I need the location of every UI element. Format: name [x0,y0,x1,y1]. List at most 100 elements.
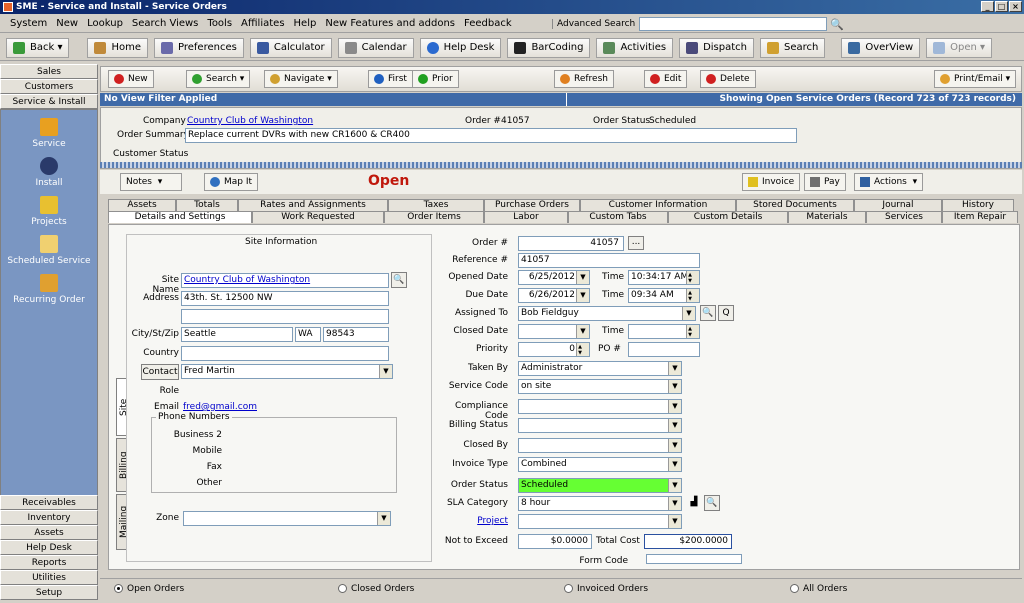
tab-services[interactable]: Services [866,211,942,223]
assigned-q-button[interactable]: Q [718,305,734,321]
activities-button[interactable]: Activities [596,37,674,58]
state-field[interactable]: WA [295,327,321,342]
site-name-link[interactable]: Country Club of Washington [184,275,310,285]
tab-work-requested[interactable]: Work Requested [252,211,384,223]
invoice-type-dropdown[interactable]: Combined [518,457,682,472]
order-no-more-button[interactable]: ... [628,236,644,250]
menu-affiliates[interactable]: Affiliates [241,18,284,29]
sidebar-item-utilities[interactable]: Utilities [0,570,98,585]
compliance-code-dropdown[interactable] [518,399,682,414]
order-status-dropdown[interactable]: Scheduled [518,478,682,493]
sla-lookup-button[interactable]: 🔍 [704,495,720,511]
back-button[interactable]: Back ▾ [6,37,70,58]
sidebar-item-sales[interactable]: Sales [0,64,98,79]
search-icon[interactable]: 🔍 [830,18,844,31]
panel-splitter[interactable] [100,162,1022,168]
order-summary-field[interactable]: Replace current DVRs with new CR1600 & C… [185,128,797,143]
tab-purchase-orders[interactable]: Purchase Orders [484,199,580,211]
radio-all-orders[interactable]: All Orders [790,584,847,594]
prior-button[interactable]: Prior [412,70,459,88]
menu-lookup[interactable]: Lookup [87,18,123,29]
contact-dropdown[interactable]: Fred Martin [181,364,393,379]
dispatch-button[interactable]: Dispatch [679,37,754,58]
tab-custom-tabs[interactable]: Custom Tabs [568,211,668,223]
map-it-button[interactable]: Map It [204,173,259,191]
radio-closed-orders[interactable]: Closed Orders [338,584,414,594]
assigned-lookup-button[interactable]: 🔍 [700,305,716,321]
menu-new[interactable]: New [56,18,78,29]
service-code-dropdown[interactable]: on site [518,379,682,394]
sla-category-dropdown[interactable]: 8 hour [518,496,682,511]
contact-button[interactable]: Contact [141,364,179,380]
opened-date-field[interactable]: 6/25/2012 [518,270,590,285]
edit-button[interactable]: Edit [644,70,688,88]
tab-order-items[interactable]: Order Items [384,211,484,223]
tab-materials[interactable]: Materials [788,211,866,223]
calculator-button[interactable]: Calculator [249,37,332,58]
taken-by-dropdown[interactable]: Administrator [518,361,682,376]
country-field[interactable] [181,346,389,361]
total-cost-field[interactable]: $200.0000 [644,534,732,549]
closed-time-field[interactable] [628,324,700,339]
due-date-field[interactable]: 6/26/2012 [518,288,590,303]
overview-button[interactable]: OverView [841,37,921,58]
new-button[interactable]: New [108,70,154,88]
city-field[interactable]: Seattle [181,327,293,342]
sidebar-scheduled-service[interactable]: Scheduled Service [1,235,97,266]
sidebar-item-receivables[interactable]: Receivables [0,495,98,510]
tab-taxes[interactable]: Taxes [388,199,484,211]
site-lookup-button[interactable]: 🔍 [391,272,407,288]
close-icon[interactable]: × [1009,1,1022,12]
reference-field[interactable]: 41057 [518,253,700,268]
first-button[interactable]: First [368,70,413,88]
actions-button[interactable]: Actions ▾ [854,173,924,191]
address2-field[interactable] [181,309,389,324]
advanced-search-input[interactable] [639,17,828,31]
sidebar-item-service-install[interactable]: Service & Install [0,94,98,109]
search-button[interactable]: Search [760,37,826,58]
preferences-button[interactable]: Preferences [154,37,244,58]
priority-field[interactable]: 0 [518,342,590,357]
radio-invoiced-orders[interactable]: Invoiced Orders [564,584,648,594]
sidebar-item-customers[interactable]: Customers [0,79,98,94]
menu-help[interactable]: Help [294,18,317,29]
home-button[interactable]: Home [87,37,149,58]
company-link[interactable]: Country Club of Washington [187,116,313,126]
maximize-icon[interactable]: □ [995,1,1008,12]
sidebar-recurring-order[interactable]: Recurring Order [1,274,97,305]
pay-button[interactable]: Pay [804,173,846,191]
closed-date-field[interactable] [518,324,590,339]
order-no-field[interactable]: 41057 [518,236,624,251]
email-link[interactable]: fred@gmail.com [183,402,257,412]
invoice-button[interactable]: Invoice [742,173,801,191]
tab-assets[interactable]: Assets [108,199,176,211]
sidebar-item-help-desk[interactable]: Help Desk [0,540,98,555]
menu-feedback[interactable]: Feedback [464,18,512,29]
barcoding-button[interactable]: BarCoding [507,37,591,58]
opened-time-field[interactable]: 10:34:17 AM [628,270,700,285]
menu-new-features[interactable]: New Features and addons [325,18,455,29]
refresh-button[interactable]: Refresh [554,70,614,88]
calendar-button[interactable]: Calendar [337,37,414,58]
po-field[interactable] [628,342,700,357]
zip-field[interactable]: 98543 [323,327,389,342]
assigned-to-dropdown[interactable]: Bob Fieldguy [518,306,696,321]
tab-journal[interactable]: Journal [854,199,942,211]
tab-labor[interactable]: Labor [484,211,568,223]
print-email-button[interactable]: Print/Email ▾ [934,70,1017,88]
radio-open-orders[interactable]: Open Orders [114,584,184,594]
tab-details-settings[interactable]: Details and Settings [108,211,252,223]
project-dropdown[interactable] [518,514,682,529]
address-field[interactable]: 43th. St. 12500 NW [181,291,389,306]
open-button[interactable]: Open ▾ [926,37,993,58]
project-link[interactable]: Project [432,516,508,526]
tab-customer-information[interactable]: Customer Information [580,199,736,211]
tab-totals[interactable]: Totals [176,199,238,211]
billing-status-dropdown[interactable] [518,418,682,433]
sidebar-item-reports[interactable]: Reports [0,555,98,570]
navigate-button[interactable]: Navigate ▾ [264,70,338,88]
notes-button[interactable]: Notes ▾ [120,173,182,191]
search-dropdown-button[interactable]: Search ▾ [186,70,251,88]
tab-history[interactable]: History [942,199,1014,211]
delete-button[interactable]: Delete [700,70,756,88]
